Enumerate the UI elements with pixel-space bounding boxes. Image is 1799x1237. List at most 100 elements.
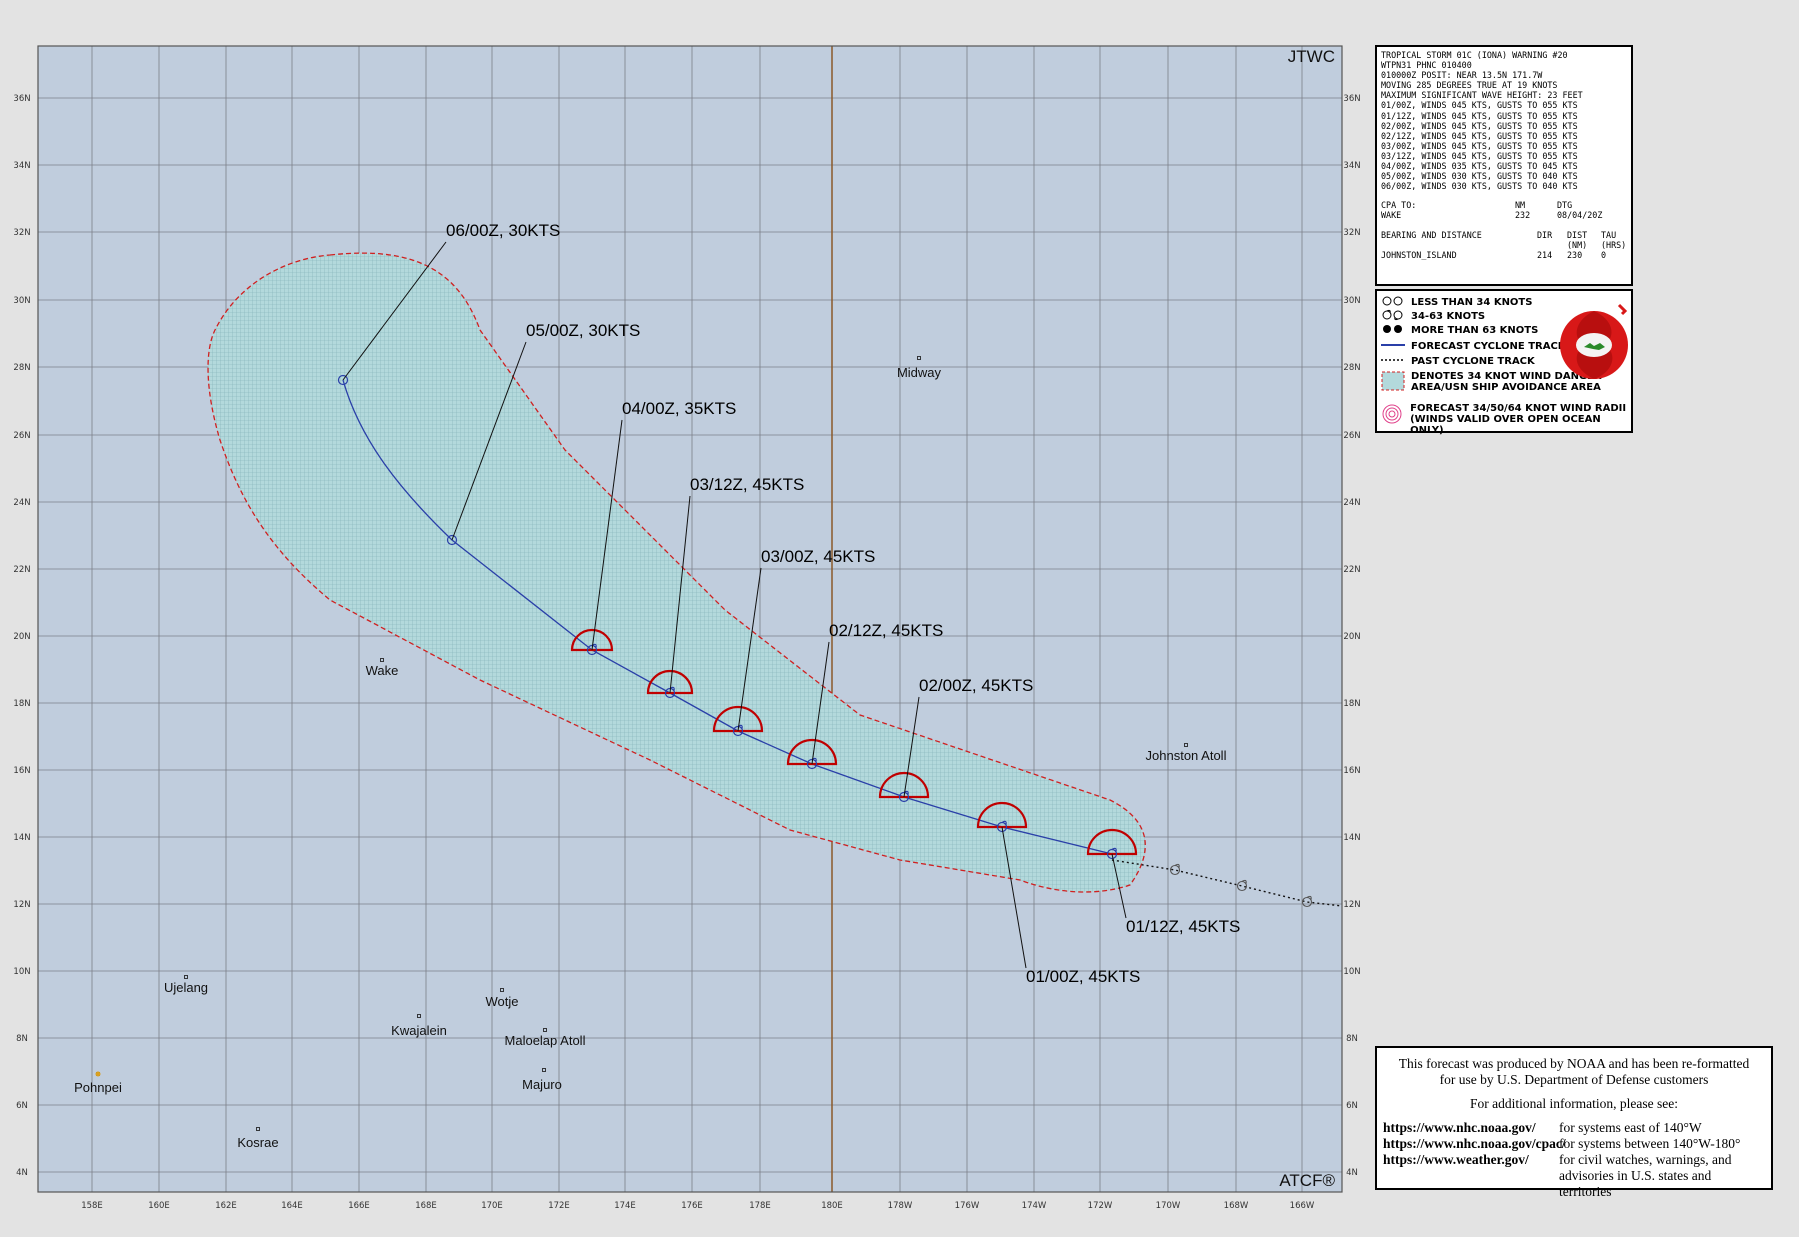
lat-tick-label-right: 28N <box>1343 363 1360 373</box>
lat-tick-label: 26N <box>13 431 30 441</box>
forecast-label: 01/12Z, 45KTS <box>1126 917 1240 936</box>
place-label: Kwajalein <box>391 1023 447 1038</box>
lon-tick-label: 168W <box>1224 1201 1249 1211</box>
forecast-label: 03/12Z, 45KTS <box>690 475 804 494</box>
forecast-label: 03/00Z, 45KTS <box>761 547 875 566</box>
track-map: Midway Wake Johnston Atoll Ujelang Kwajalein… <box>13 45 1360 1211</box>
lon-tick-label: 160E <box>148 1201 170 1211</box>
lat-tick-label-right: 34N <box>1343 161 1360 171</box>
bearing-subheader: (NM) (HRS) <box>1567 239 1627 250</box>
danger-area-icon <box>1381 371 1411 396</box>
lat-tick-label-right: 14N <box>1343 833 1360 843</box>
forecast-label: 02/00Z, 45KTS <box>919 676 1033 695</box>
lat-tick-label: 12N <box>13 900 30 910</box>
lon-tick-label: 176W <box>955 1201 980 1211</box>
warning-line: 01/00Z, WINDS 045 KTS, GUSTS TO 055 KTS <box>1381 100 1578 111</box>
lat-tick-label: 22N <box>13 565 30 575</box>
pohnpei-island <box>95 1071 101 1077</box>
lat-tick-label-right: 8N <box>1346 1034 1358 1044</box>
legend-item-gt63: MORE THAN 63 KNOTS <box>1381 323 1538 338</box>
circle-icon <box>1381 295 1411 310</box>
lat-tick-label: 30N <box>13 296 30 306</box>
forecast-label: 06/00Z, 30KTS <box>446 221 560 240</box>
forecast-label: 02/12Z, 45KTS <box>829 621 943 640</box>
warning-lines: TROPICAL STORM 01C (IONA) WARNING #20 WTP… <box>1381 50 1627 191</box>
lon-tick-label: 178E <box>749 1201 771 1211</box>
cpac-link[interactable]: https://www.nhc.noaa.gov/cpac/ <box>1383 1136 1566 1152</box>
lat-tick-label-right: 32N <box>1343 228 1360 238</box>
link-row-weather: https://www.weather.gov/ for civil watch… <box>1383 1152 1732 1168</box>
place-label: Majuro <box>522 1077 562 1092</box>
lat-tick-label: 14N <box>13 833 30 843</box>
warning-line: WTPN31 PHNC 010400 <box>1381 60 1472 71</box>
warning-line: 02/12Z, WINDS 045 KTS, GUSTS TO 055 KTS <box>1381 130 1578 141</box>
legend-panel: LESS THAN 34 KNOTS 34-63 KNOTS MORE THAN… <box>1375 289 1633 436</box>
lat-tick-label: 36N <box>13 94 30 104</box>
forecast-label: 01/00Z, 45KTS <box>1026 967 1140 986</box>
agency-seal-icon <box>1560 303 1628 379</box>
legend-item-past-track: PAST CYCLONE TRACK <box>1381 354 1535 369</box>
lon-tick-label: 166W <box>1290 1201 1315 1211</box>
legend-item-34-63: 34-63 KNOTS <box>1381 309 1485 324</box>
lon-tick-label: 170E <box>481 1201 503 1211</box>
lat-tick-label-right: 16N <box>1343 766 1360 776</box>
lon-tick-label: 178W <box>888 1201 913 1211</box>
warning-line: MAXIMUM SIGNIFICANT WAVE HEIGHT: 23 FEET <box>1381 90 1583 101</box>
lat-tick-label-right: 26N <box>1343 431 1360 441</box>
jtwc-label: JTWC <box>1288 47 1335 66</box>
place-label: Wotje <box>486 994 519 1009</box>
cpa-row: WAKE 232 08/04/20Z <box>1381 210 1603 221</box>
info-line-2: for use by U.S. Department of Defense cu… <box>1439 1072 1709 1087</box>
past-track-icon <box>1381 354 1411 369</box>
warning-panel: TROPICAL STORM 01C (IONA) WARNING #20 WTP… <box>1375 45 1633 286</box>
forecast-label: 04/00Z, 35KTS <box>622 399 736 418</box>
legend-item-lt34: LESS THAN 34 KNOTS <box>1381 295 1532 310</box>
info-panel: This forecast was produced by NOAA and h… <box>1375 1046 1773 1199</box>
lon-tick-label: 168E <box>415 1201 437 1211</box>
lon-tick-label: 174W <box>1022 1201 1047 1211</box>
wind-radii-icon <box>1381 403 1410 428</box>
lat-tick-label-right: 10N <box>1343 967 1360 977</box>
place-label: Midway <box>897 365 942 380</box>
warning-line: 010000Z POSIT: NEAR 13.5N 171.7W <box>1381 70 1543 81</box>
warning-line: 01/12Z, WINDS 045 KTS, GUSTS TO 055 KTS <box>1381 110 1578 121</box>
lat-tick-label: 18N <box>13 699 30 709</box>
cpa-header: CPA TO: NM DTG <box>1381 200 1573 211</box>
place-label: Johnston Atoll <box>1146 748 1227 763</box>
lat-tick-label-right: 36N <box>1343 94 1360 104</box>
lon-tick-label: 166E <box>348 1201 370 1211</box>
lat-tick-label: 28N <box>13 363 30 373</box>
atcf-label: ATCF® <box>1279 1171 1335 1190</box>
bearing-header: BEARING AND DISTANCE DIR DIST TAU <box>1381 229 1617 240</box>
lat-tick-label-right: 20N <box>1343 632 1360 642</box>
lat-tick-label: 32N <box>13 228 30 238</box>
lat-tick-label-right: 6N <box>1346 1101 1358 1111</box>
info-last-line: advisories in U.S. states and territorie… <box>1559 1168 1712 1199</box>
warning-line: TROPICAL STORM 01C (IONA) WARNING #20 <box>1381 50 1568 60</box>
lat-tick-label: 4N <box>16 1168 28 1178</box>
weather-link[interactable]: https://www.weather.gov/ <box>1383 1152 1559 1168</box>
lat-tick-label: 16N <box>13 766 30 776</box>
place-label: Maloelap Atoll <box>505 1033 586 1048</box>
forecast-label: 05/00Z, 30KTS <box>526 321 640 340</box>
warning-line: MOVING 285 DEGREES TRUE AT 19 KNOTS <box>1381 80 1558 91</box>
lat-tick-label: 34N <box>13 161 30 171</box>
info-line-3: For additional information, please see: <box>1469 1096 1679 1111</box>
legend-item-wind-radii: FORECAST 34/50/64 KNOT WIND RADII (WINDS … <box>1381 403 1631 436</box>
place-label: Ujelang <box>164 980 208 995</box>
warning-line: 03/00Z, WINDS 045 KTS, GUSTS TO 055 KTS <box>1381 140 1578 151</box>
link-row-nhc: https://www.nhc.noaa.gov/ for systems ea… <box>1383 1120 1702 1136</box>
lat-tick-label-right: 18N <box>1343 699 1360 709</box>
warning-line: 06/00Z, WINDS 030 KTS, GUSTS TO 040 KTS <box>1381 181 1578 192</box>
lon-tick-label: 172E <box>548 1201 570 1211</box>
lat-tick-label: 24N <box>13 498 30 508</box>
place-label: Kosrae <box>237 1135 278 1150</box>
lat-tick-label-right: 30N <box>1343 296 1360 306</box>
lat-tick-label-right: 22N <box>1343 565 1360 575</box>
nhc-link[interactable]: https://www.nhc.noaa.gov/ <box>1383 1120 1559 1136</box>
lon-tick-label: 180E <box>821 1201 843 1211</box>
lat-tick-label-right: 4N <box>1346 1168 1358 1178</box>
lat-tick-label: 20N <box>13 632 30 642</box>
lon-tick-label: 176E <box>681 1201 703 1211</box>
lon-tick-label: 164E <box>281 1201 303 1211</box>
